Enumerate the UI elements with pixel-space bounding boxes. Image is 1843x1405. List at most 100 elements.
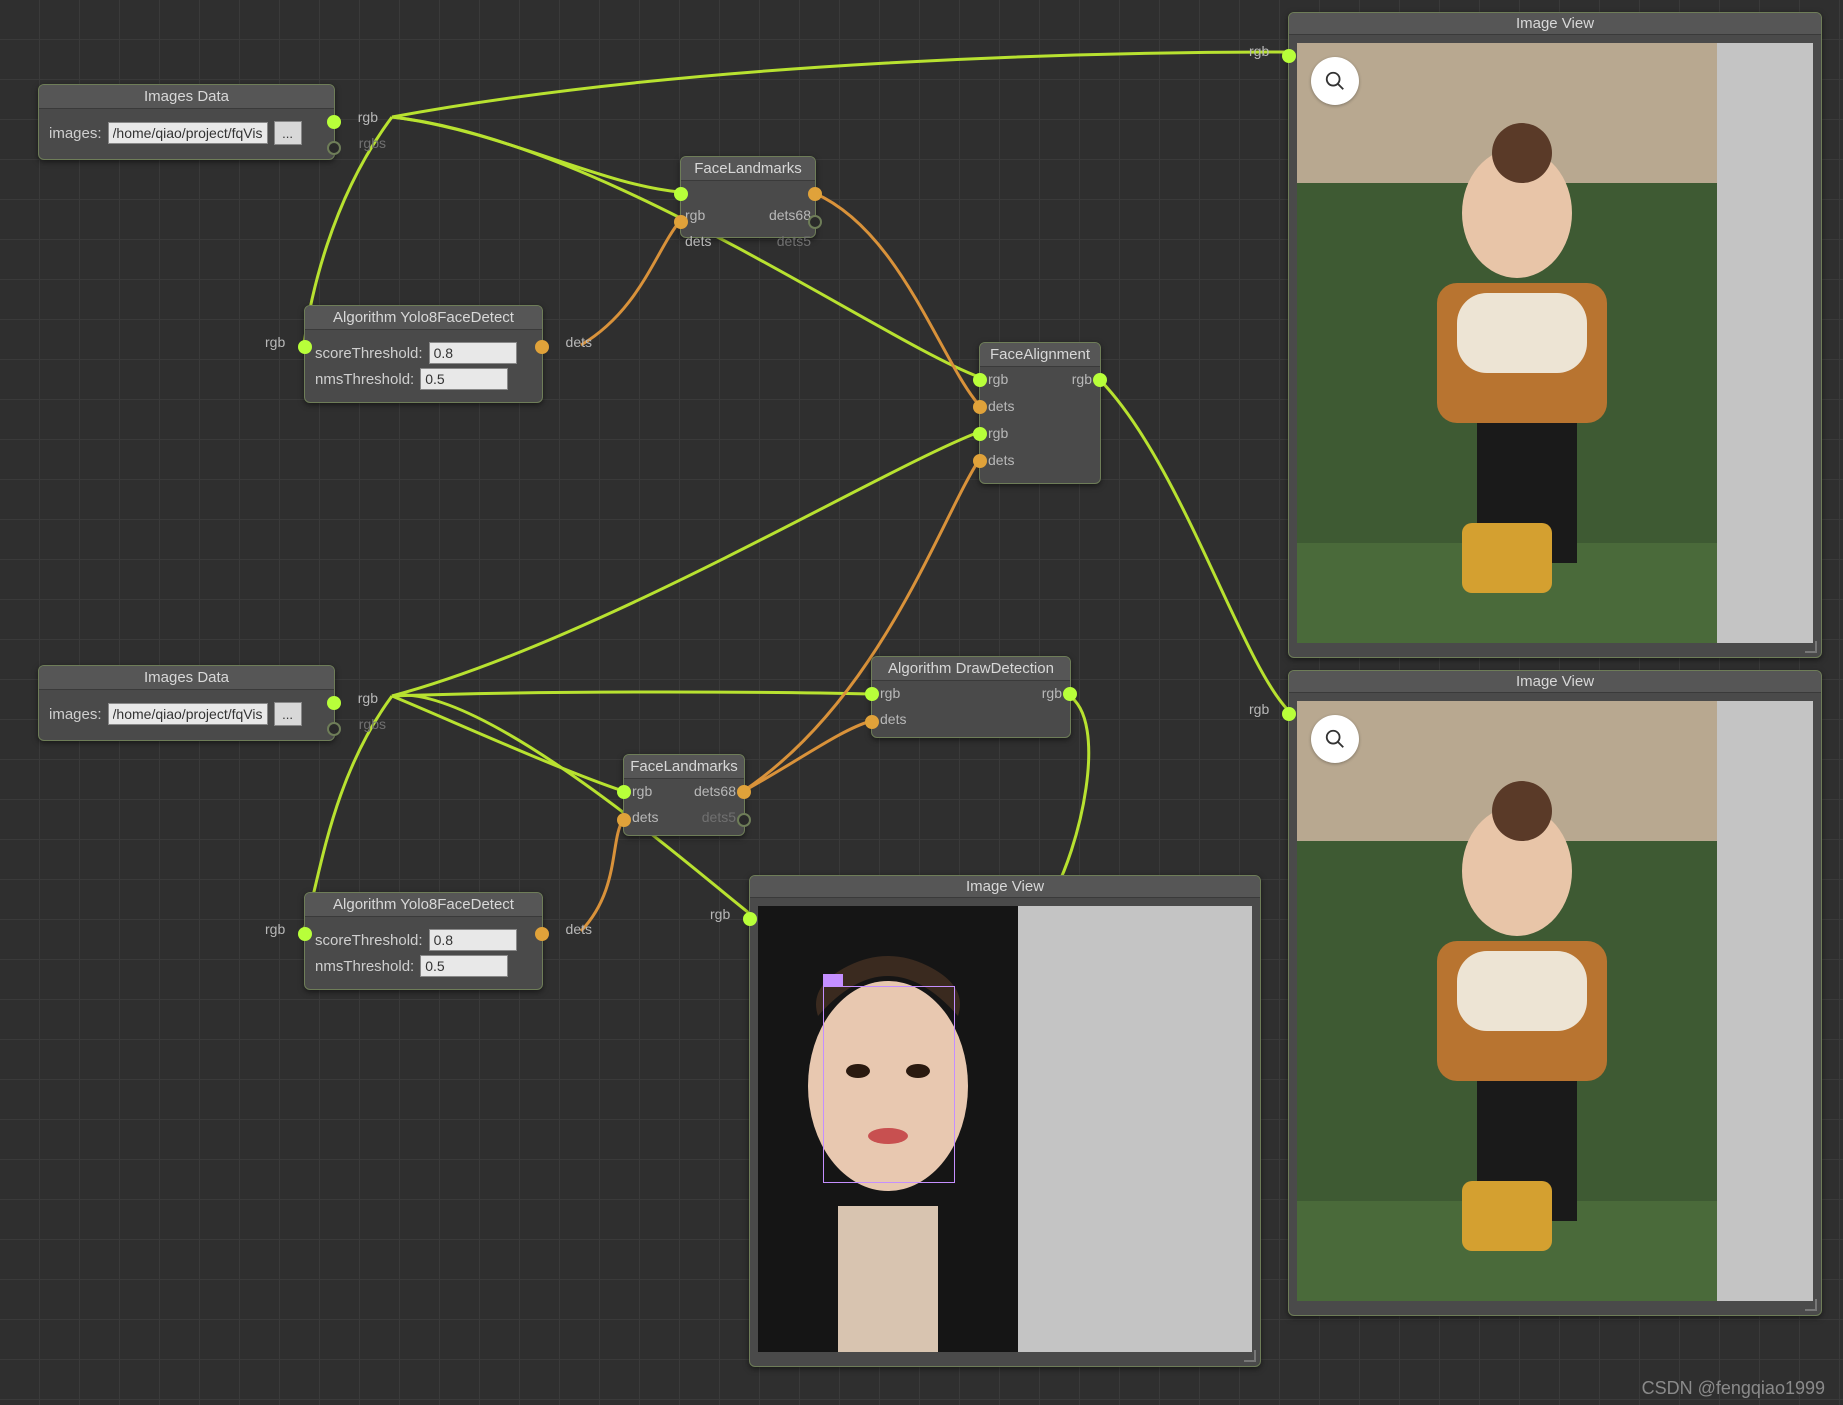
- canvas-padding: [1018, 906, 1252, 1352]
- port-in-rgb[interactable]: [1282, 49, 1296, 63]
- port-label-dets5: dets5: [702, 809, 736, 825]
- node-title: Algorithm Yolo8FaceDetect: [305, 893, 542, 917]
- port-label-rgb: rgb: [358, 690, 378, 706]
- resize-handle[interactable]: [1244, 1350, 1256, 1362]
- port-out-rgb[interactable]: [327, 696, 341, 710]
- port-label-out-rgb: rgb: [1042, 685, 1062, 701]
- port-out-rgbs[interactable]: [327, 722, 341, 736]
- port-in-rgb[interactable]: [617, 785, 631, 799]
- images-path-input[interactable]: [108, 703, 268, 725]
- image-canvas: [1297, 43, 1813, 643]
- browse-button[interactable]: ...: [274, 702, 302, 726]
- port-in-rgb[interactable]: [865, 687, 879, 701]
- node-title: Images Data: [39, 85, 334, 109]
- port-out-dets68[interactable]: [808, 187, 822, 201]
- node-yolo-2[interactable]: Algorithm Yolo8FaceDetect scoreThreshold…: [304, 892, 543, 990]
- port-out-dets[interactable]: [535, 340, 549, 354]
- resize-handle[interactable]: [1805, 1299, 1817, 1311]
- image-canvas: [758, 906, 1252, 1352]
- port-out-dets5[interactable]: [737, 813, 751, 827]
- search-icon: [1324, 728, 1346, 750]
- port-out-rgb[interactable]: [1063, 687, 1077, 701]
- node-title: Image View: [750, 876, 1260, 898]
- port-in-rgb1[interactable]: [973, 373, 987, 387]
- node-landmarks-2[interactable]: FaceLandmarks rgb dets dets68 dets5: [623, 754, 745, 836]
- magnify-button[interactable]: [1311, 715, 1359, 763]
- port-in-dets2[interactable]: [973, 454, 987, 468]
- images-path-input[interactable]: [108, 122, 268, 144]
- port-label-dets: dets: [880, 711, 906, 727]
- port-label-dets: dets: [566, 334, 592, 350]
- port-label-rgbs: rgbs: [359, 135, 386, 151]
- port-label-rgb: rgb: [265, 921, 285, 937]
- detection-bbox: [823, 986, 955, 1183]
- port-label-rgbs: rgbs: [359, 716, 386, 732]
- score-input[interactable]: [429, 929, 517, 951]
- port-in-dets1[interactable]: [973, 400, 987, 414]
- port-label-rgb1: rgb: [988, 371, 1008, 387]
- images-label: images:: [49, 125, 102, 142]
- node-title: FaceAlignment: [980, 343, 1100, 367]
- node-title: Algorithm Yolo8FaceDetect: [305, 306, 542, 330]
- port-out-rgbs[interactable]: [327, 141, 341, 155]
- node-title: Image View: [1289, 13, 1821, 35]
- port-out-dets5[interactable]: [808, 215, 822, 229]
- port-in-dets[interactable]: [617, 813, 631, 827]
- nms-input[interactable]: [420, 368, 508, 390]
- node-landmarks-1[interactable]: FaceLandmarks rgb dets dets68 dets5: [680, 156, 816, 238]
- nms-label: nmsThreshold:: [315, 371, 414, 388]
- port-label-out-rgb: rgb: [1072, 371, 1092, 387]
- node-title: Image View: [1289, 671, 1821, 693]
- port-out-dets[interactable]: [535, 927, 549, 941]
- node-alignment[interactable]: FaceAlignment rgb dets rgb dets rgb: [979, 342, 1101, 484]
- port-label-dets68: dets68: [694, 783, 736, 799]
- port-label-dets: dets: [566, 921, 592, 937]
- node-yolo-1[interactable]: Algorithm Yolo8FaceDetect scoreThreshold…: [304, 305, 543, 403]
- node-image-view-2[interactable]: Image View rgb: [1288, 670, 1822, 1316]
- port-label-rgb: rgb: [710, 906, 730, 922]
- port-in-rgb2[interactable]: [973, 427, 987, 441]
- search-icon: [1324, 70, 1346, 92]
- node-image-view-1[interactable]: Image View rgb: [1288, 12, 1822, 658]
- port-in-rgb[interactable]: [743, 912, 757, 926]
- port-label-rgb: rgb: [1249, 43, 1269, 59]
- magnify-button[interactable]: [1311, 57, 1359, 105]
- image-canvas: [1297, 701, 1813, 1301]
- node-drawdetection[interactable]: Algorithm DrawDetection rgb dets rgb: [871, 656, 1071, 738]
- port-label-dets2: dets: [988, 452, 1014, 468]
- port-in-rgb[interactable]: [298, 340, 312, 354]
- detection-score: [823, 974, 843, 986]
- port-label-dets: dets: [632, 809, 658, 825]
- port-label-rgb: rgb: [632, 783, 652, 799]
- node-title: FaceLandmarks: [681, 157, 815, 181]
- node-title: Images Data: [39, 666, 334, 690]
- browse-button[interactable]: ...: [274, 121, 302, 145]
- port-label-rgb2: rgb: [988, 425, 1008, 441]
- score-label: scoreThreshold:: [315, 932, 423, 949]
- images-label: images:: [49, 706, 102, 723]
- port-in-rgb[interactable]: [298, 927, 312, 941]
- score-input[interactable]: [429, 342, 517, 364]
- port-label-rgb: rgb: [358, 109, 378, 125]
- port-in-dets[interactable]: [674, 215, 688, 229]
- preview-image: [1297, 701, 1813, 1301]
- port-out-dets68[interactable]: [737, 785, 751, 799]
- node-images-data-2[interactable]: Images Data images: ... rgb rgbs: [38, 665, 335, 741]
- port-label-rgb: rgb: [265, 334, 285, 350]
- score-label: scoreThreshold:: [315, 345, 423, 362]
- preview-image: [1297, 43, 1813, 643]
- port-out-rgb[interactable]: [327, 115, 341, 129]
- node-title: FaceLandmarks: [624, 755, 744, 779]
- port-label-dets: dets: [685, 233, 711, 249]
- port-in-rgb[interactable]: [1282, 707, 1296, 721]
- port-label-dets5: dets5: [777, 233, 811, 249]
- port-in-dets[interactable]: [865, 715, 879, 729]
- resize-handle[interactable]: [1805, 641, 1817, 653]
- nms-input[interactable]: [420, 955, 508, 977]
- watermark: CSDN @fengqiao1999: [1642, 1378, 1825, 1399]
- node-images-data-1[interactable]: Images Data images: ... rgb rgbs: [38, 84, 335, 160]
- node-image-view-3[interactable]: Image View rgb: [749, 875, 1261, 1367]
- port-out-rgb[interactable]: [1093, 373, 1107, 387]
- port-in-rgb[interactable]: [674, 187, 688, 201]
- port-label-rgb: rgb: [1249, 701, 1269, 717]
